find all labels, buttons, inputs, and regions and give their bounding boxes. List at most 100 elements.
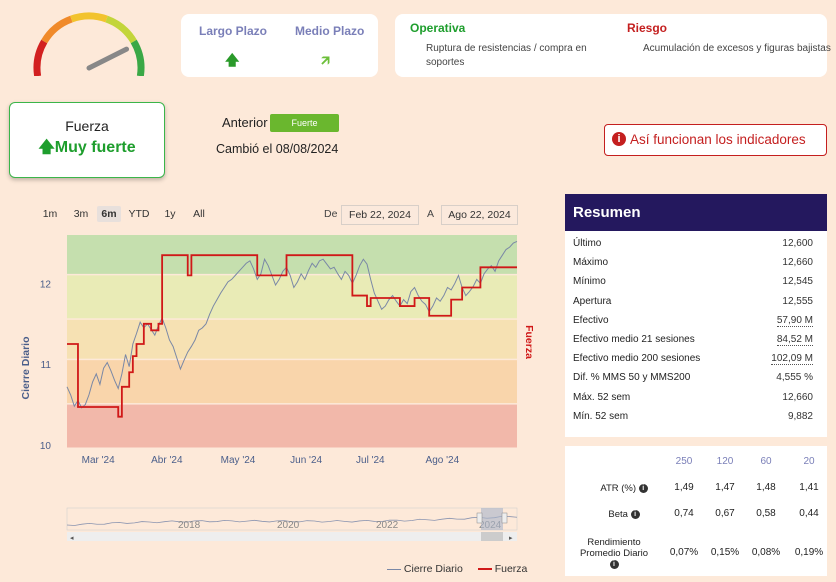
summary-key: Mínimo xyxy=(573,276,606,287)
summary-row: Máximo 12,660 xyxy=(573,254,819,272)
scroll-left-icon[interactable]: ◂ xyxy=(70,535,74,542)
riesgo-text: Acumulación de excesos y figuras bajista… xyxy=(643,43,831,54)
atr-label: ATR (%) i xyxy=(579,483,669,494)
summary-key: Mín. 52 sem xyxy=(573,411,629,422)
medium-term-label: Medio Plazo xyxy=(295,24,365,38)
stats-value: 0,74 xyxy=(674,508,694,519)
x-tick-label: Jul '24 xyxy=(356,455,385,466)
range-1m-button[interactable]: 1m xyxy=(39,206,61,222)
legend-cierre-label[interactable]: Cierre Diario xyxy=(404,563,463,575)
stats-value: 0,19% xyxy=(794,547,824,558)
legend-fuerza-label[interactable]: Fuerza xyxy=(495,563,528,575)
long-term-label: Largo Plazo xyxy=(199,24,268,38)
operativa-riesgo-card: Operativa Ruptura de resistencias / comp… xyxy=(395,14,831,77)
y-axis-label-left: Cierre Diario xyxy=(20,336,32,399)
summary-value: 12,600 xyxy=(782,238,813,249)
summary-row: Mínimo 12,545 xyxy=(573,273,819,291)
beta-label-text: Beta xyxy=(608,509,628,520)
riesgo-title: Riesgo xyxy=(627,21,668,35)
x-tick-label: Abr '24 xyxy=(151,455,183,466)
scroll-right-icon[interactable]: ▸ xyxy=(509,535,513,542)
navigator-scrollbar[interactable] xyxy=(67,532,517,541)
x-tick-label: Mar '24 xyxy=(82,455,115,466)
range-3m-button[interactable]: 3m xyxy=(69,206,93,222)
strength-band xyxy=(67,360,517,404)
to-date-input[interactable]: Ago 22, 2024 xyxy=(441,205,518,225)
rendimiento-label-text: Rendimiento Promedio Diario xyxy=(579,537,649,559)
navigator-right-handle[interactable] xyxy=(501,512,508,524)
info-icon: i xyxy=(612,132,626,146)
summary-value: 12,660 xyxy=(782,392,813,403)
how-indicators-work-button[interactable]: i Así funcionan los indicadores xyxy=(604,124,827,156)
summary-row: Efectivo medio 21 sesiones 84,52 M xyxy=(573,331,819,349)
legend-cierre-swatch xyxy=(387,568,401,570)
navigator-left-handle[interactable] xyxy=(476,512,483,524)
to-label: A xyxy=(427,208,435,220)
scrollbar-thumb[interactable] xyxy=(481,532,503,541)
x-tick-label: Jun '24 xyxy=(290,455,322,466)
summary-key: Máximo xyxy=(573,257,609,268)
info-icon[interactable]: i xyxy=(630,509,640,519)
summary-header: Resumen xyxy=(565,194,827,231)
summary-row: Máx. 52 sem 12,660 xyxy=(573,389,819,407)
navigator-year-label: 2020 xyxy=(277,520,300,531)
stats-value: 0,08% xyxy=(751,547,781,558)
strength-band xyxy=(67,404,517,448)
y-axis-label-right: Fuerza xyxy=(523,325,535,359)
from-date-input[interactable]: Feb 22, 2024 xyxy=(341,205,419,225)
stats-header: 250 xyxy=(675,456,693,467)
navigator-selection[interactable] xyxy=(481,508,503,530)
gauge-segment xyxy=(41,15,73,44)
strength-gauge xyxy=(33,12,145,76)
stats-header: 60 xyxy=(760,456,772,467)
stats-value: 1,48 xyxy=(756,482,776,493)
stats-value: 0,67 xyxy=(715,508,735,519)
summary-value[interactable]: 84,52 M xyxy=(776,334,813,346)
force-value: 🡅Muy fuerte xyxy=(38,139,136,156)
summary-key: Último xyxy=(573,238,602,249)
range-1y-button[interactable]: 1y xyxy=(160,206,180,222)
from-label: De xyxy=(324,208,338,220)
stats-header: 20 xyxy=(803,456,815,467)
y-tick-label: 11 xyxy=(41,360,52,371)
gauge-segment xyxy=(105,15,137,44)
summary-value[interactable]: 102,09 M xyxy=(771,353,813,365)
operativa-text: Ruptura de resistencias / compra en sopo… xyxy=(426,43,587,68)
y-tick-label: 10 xyxy=(40,441,52,452)
summary-value: 9,882 xyxy=(787,411,813,422)
summary-value: 4,555 % xyxy=(776,372,813,383)
range-ytd-button[interactable]: YTD xyxy=(125,206,153,222)
operativa-title: Operativa xyxy=(410,21,466,35)
summary-value: 12,555 xyxy=(782,296,813,307)
stats-value: 1,49 xyxy=(674,482,694,493)
gauge-segment xyxy=(70,12,108,23)
range-all-button[interactable]: All xyxy=(187,206,211,222)
gauge-needle xyxy=(86,46,130,71)
rendimiento-label: Rendimiento Promedio Diario i xyxy=(579,537,649,570)
x-tick-label: Ago '24 xyxy=(426,455,460,466)
stats-value: 0,58 xyxy=(756,508,776,519)
info-icon[interactable]: i xyxy=(609,559,619,569)
long-term-arrow-up-icon: 🡅 xyxy=(225,52,240,68)
summary-key: Efectivo medio 21 sesiones xyxy=(573,334,695,345)
summary-key: Efectivo xyxy=(573,315,609,326)
navigator-year-label: 2022 xyxy=(376,520,399,531)
price-force-chart: 12 11 10 Mar '24 Abr '24 May '24 Jun '24 Jul '… xyxy=(20,235,535,542)
previous-label: Anterior xyxy=(222,115,268,130)
legend-fuerza-swatch xyxy=(477,568,492,571)
info-icon[interactable]: i xyxy=(638,483,648,493)
previous-badge: Fuerte xyxy=(270,114,339,132)
summary-value[interactable]: 57,90 M xyxy=(776,315,813,327)
changed-date: Cambió el 08/08/2024 xyxy=(216,142,339,156)
stats-value: 0,44 xyxy=(799,508,819,519)
summary-row: Dif. % MMS 50 y MMS200 4,555 % xyxy=(573,369,819,387)
atr-label-text: ATR (%) xyxy=(600,483,637,494)
stats-value: 1,41 xyxy=(799,482,819,493)
summary-key: Máx. 52 sem xyxy=(573,392,631,403)
summary-row: Último 12,600 xyxy=(573,235,819,253)
summary-value: 12,545 xyxy=(782,276,813,287)
summary-key: Dif. % MMS 50 y MMS200 xyxy=(573,372,691,383)
summary-row: Efectivo 57,90 M xyxy=(573,312,819,330)
range-6m-button[interactable]: 6m xyxy=(97,206,121,222)
force-title: Fuerza xyxy=(65,118,109,134)
